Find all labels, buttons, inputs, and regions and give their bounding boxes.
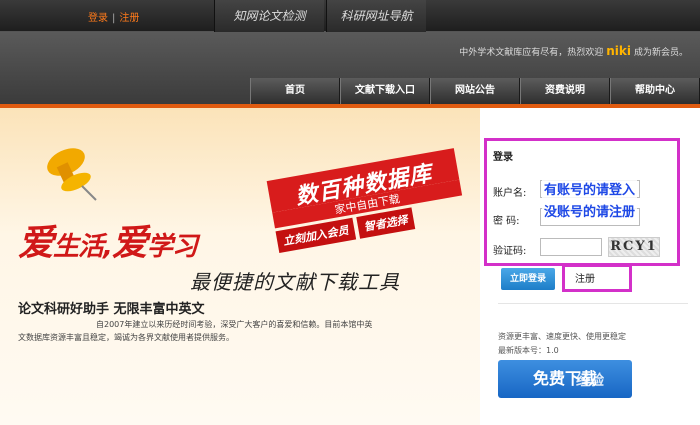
annotation-line-2: 没账号的请注册	[544, 205, 636, 220]
slogan-love-1: 爱	[18, 223, 54, 264]
database-promo-box: 数百种数据库 家中自由下载 立刻加入会员 智者选择	[266, 148, 468, 258]
tab-thesis-check[interactable]: 知网论文检测	[214, 0, 324, 32]
register-button[interactable]: 注册	[575, 270, 595, 285]
main-nav: 首页 文献下载入口 网站公告 资费说明 帮助中心	[250, 78, 700, 104]
welcome-username: niki	[606, 44, 631, 58]
login-button[interactable]: 立即登录	[501, 268, 555, 290]
captcha-image[interactable]: RCY1	[608, 237, 660, 257]
slogan-life: 生活,	[53, 232, 113, 262]
banner-subhead: 论文科研好助手 无限丰富中英文	[18, 302, 205, 317]
top-register-link[interactable]: 注册	[119, 13, 139, 24]
annotation-line-1: 有账号的请登入	[544, 183, 636, 198]
slogan-love-2: 爱	[111, 223, 148, 264]
password-label: 密 码:	[493, 216, 520, 227]
nav-home[interactable]: 首页	[250, 78, 340, 104]
info-version: 最新版本号：1.0	[498, 346, 559, 355]
top-separator: |	[112, 13, 116, 24]
watermark-text: 经验	[576, 373, 604, 389]
pushpin-icon	[47, 148, 97, 201]
nav-announcements[interactable]: 网站公告	[430, 78, 520, 104]
top-bar: 登录 | 注册 知网论文检测 科研网址导航	[0, 0, 700, 32]
tab-research-nav[interactable]: 科研网址导航	[326, 0, 426, 32]
promo-banner: 爱生活,爱学习 数百种数据库 家中自由下载 立刻加入会员 智者选择 最便捷的文献…	[0, 108, 480, 425]
welcome-message: 中外学术文献库应有尽有，热烈欢迎 niki 成为新会员。	[459, 44, 688, 58]
top-links: 登录 | 注册	[88, 9, 139, 24]
top-login-link[interactable]: 登录	[88, 13, 108, 24]
annotation-text: 有账号的请登入 没账号的请注册	[542, 180, 638, 224]
banner-tagline: 最便捷的文献下载工具	[190, 270, 400, 294]
captcha-input[interactable]	[540, 238, 602, 256]
banner-slogan: 爱生活,爱学习	[18, 214, 198, 266]
panel-divider	[498, 303, 688, 304]
slogan-study: 学习	[146, 232, 198, 262]
captcha-label: 验证码:	[493, 246, 527, 257]
version-info: 资源更丰富、速度更快、使用更稳定 最新版本号：1.0	[498, 330, 626, 358]
info-features: 资源更丰富、速度更快、使用更稳定	[498, 332, 626, 341]
nav-download-entry[interactable]: 文献下载入口	[340, 78, 430, 104]
register-highlight-box	[562, 264, 632, 292]
login-panel: 登录 账户名: 密 码: 验证码: RCY1 有账号的请登入 没账号的请注册 立…	[480, 108, 700, 425]
welcome-prefix: 中外学术文献库应有尽有，热烈欢迎	[459, 48, 604, 58]
username-label: 账户名:	[493, 188, 527, 199]
banner-description: 自2007年建立以来历经时间考验，深受广大客户的喜爱和信赖。目前本馆中英文数据库…	[18, 320, 373, 342]
nav-help-center[interactable]: 帮助中心	[610, 78, 700, 104]
free-download-button[interactable]: 免费下载	[498, 360, 632, 398]
login-title: 登录	[493, 152, 513, 163]
nav-pricing[interactable]: 资费说明	[520, 78, 610, 104]
welcome-suffix: 成为新会员。	[633, 48, 688, 58]
